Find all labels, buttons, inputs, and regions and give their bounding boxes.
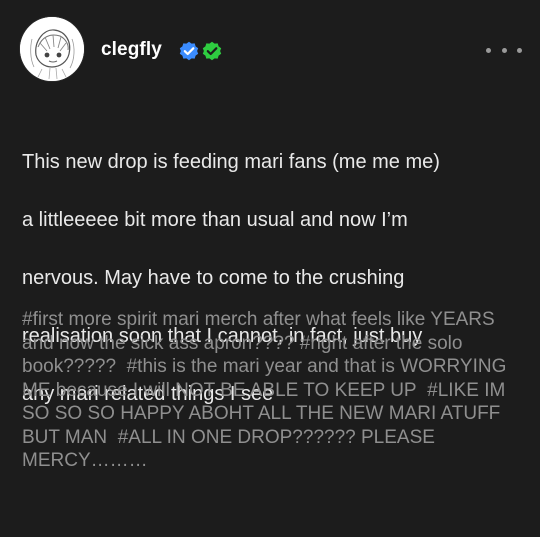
verified-badge-blue-icon[interactable] xyxy=(179,41,199,61)
avatar-sketch-icon xyxy=(20,17,84,81)
verified-badge-green-icon[interactable] xyxy=(202,41,222,61)
menu-dot xyxy=(517,47,522,53)
post-tags: #first more spirit mari merch after what… xyxy=(22,308,522,473)
post-body-line: nervous. May have to come to the crushin… xyxy=(22,267,405,289)
post-card: clegfly This new drop is feeding mari fa… xyxy=(0,0,540,537)
post-body-line: a littleeeee bit more than usual and now… xyxy=(22,209,408,231)
more-options-icon[interactable] xyxy=(486,40,522,60)
post-body-line: This new drop is feeding mari fans (me m… xyxy=(22,151,440,173)
post-header: clegfly xyxy=(0,0,540,100)
menu-dot xyxy=(501,47,507,53)
tag-link[interactable]: #ALL IN ONE DROP?????? xyxy=(118,427,356,448)
avatar[interactable] xyxy=(20,17,84,81)
menu-dot xyxy=(486,47,491,53)
blog-name[interactable]: clegfly xyxy=(101,38,162,62)
